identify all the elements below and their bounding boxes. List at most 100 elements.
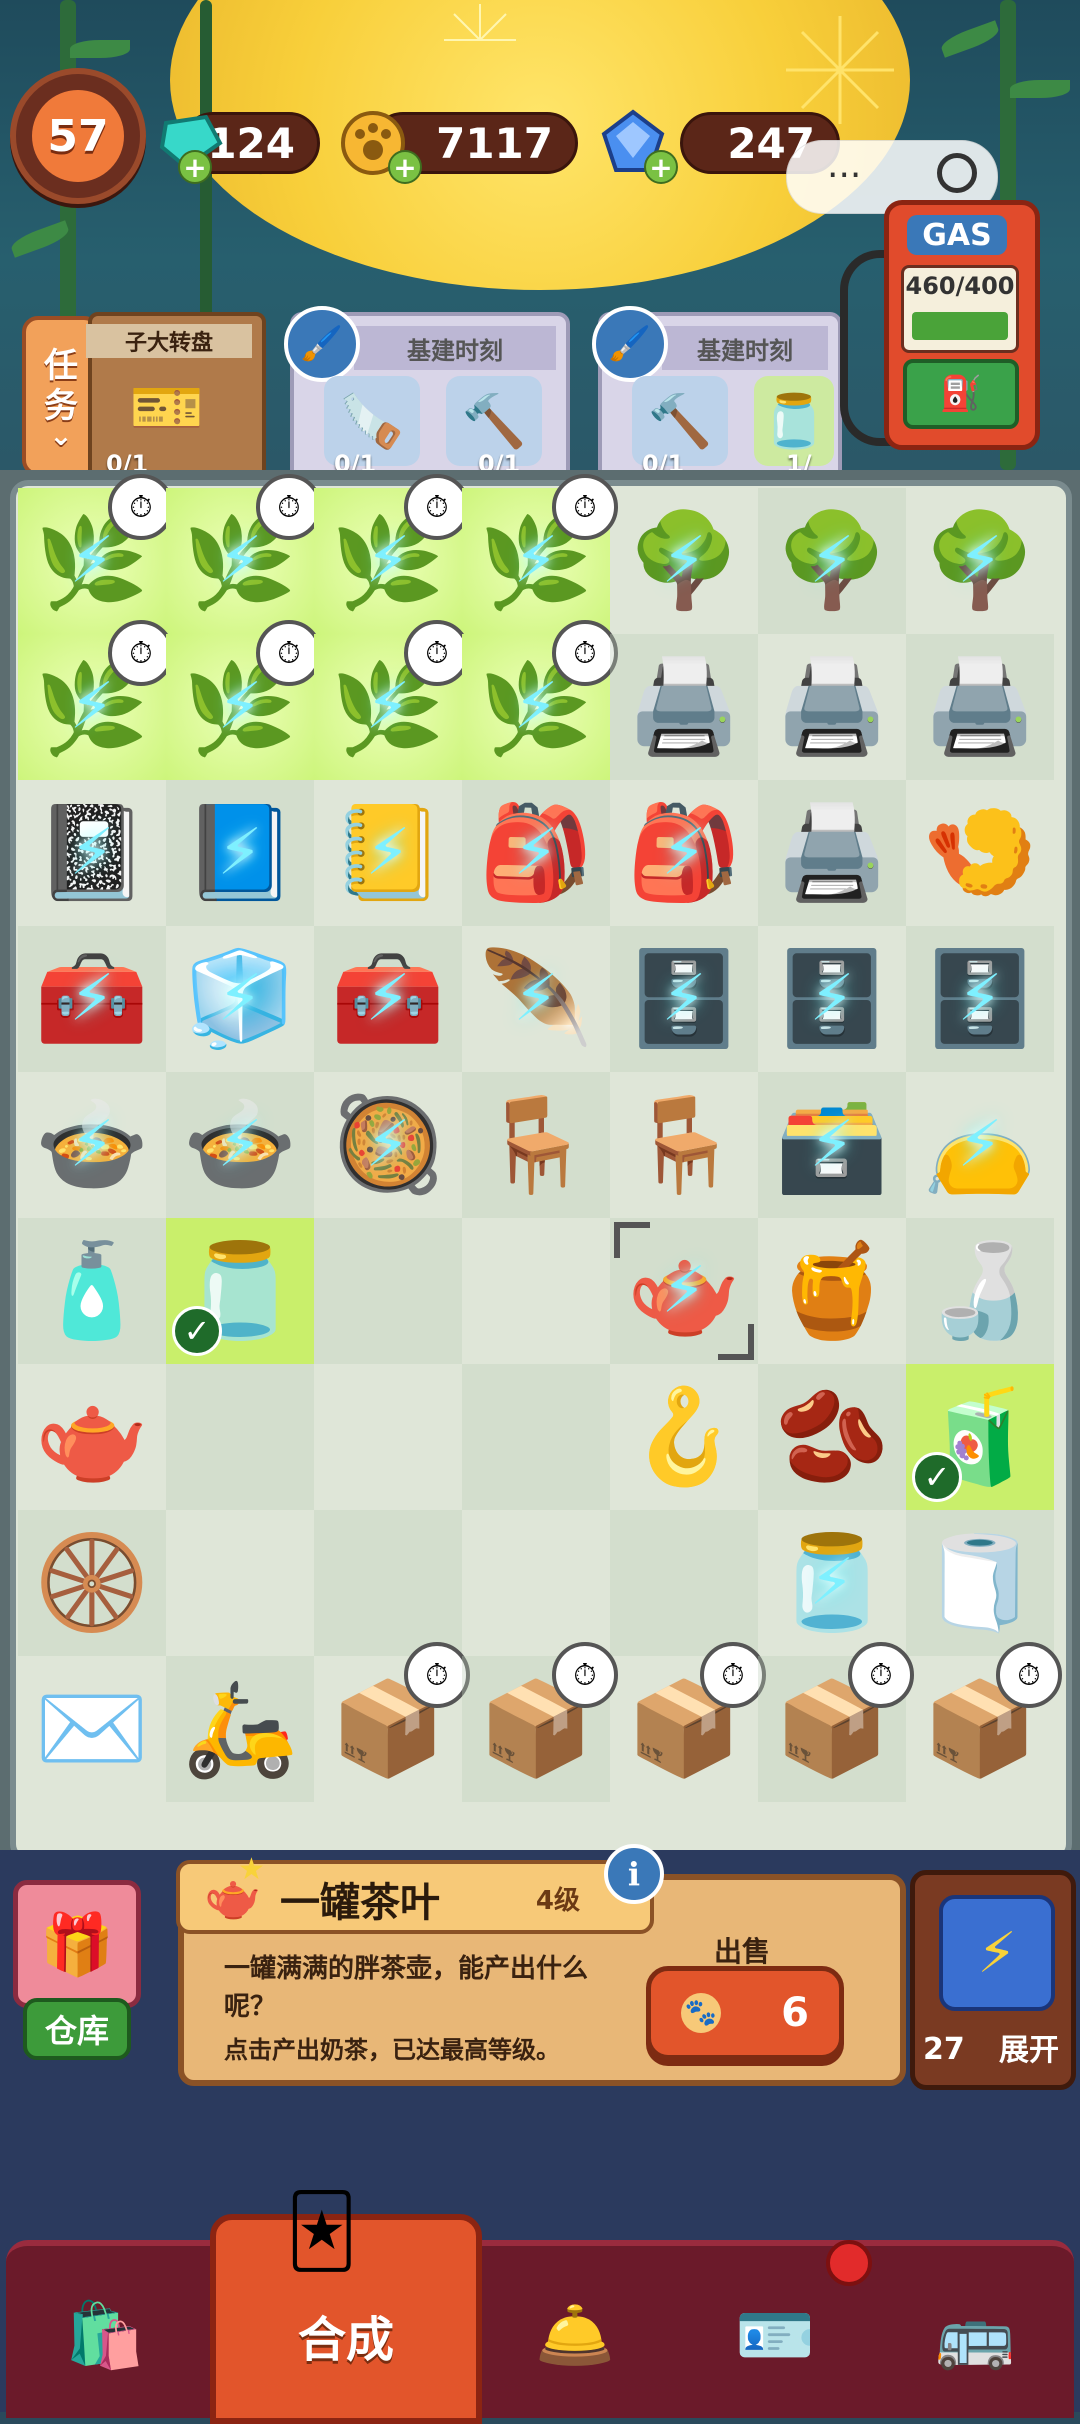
board-empty-cell[interactable] <box>610 1510 758 1656</box>
board-item[interactable]: 🌿 ⚡ ⏱ <box>462 474 618 634</box>
gas-label: GAS <box>907 215 1007 255</box>
item-info-panel: 🫖 ★ 一罐茶叶 4级 i 一罐满满的胖茶壶，能产出什么呢？ 点击产出奶茶，已达… <box>176 1844 906 2086</box>
board-empty-cell[interactable] <box>462 1510 610 1656</box>
board-empty-cell[interactable] <box>462 1364 610 1510</box>
board-item[interactable]: 🪑 <box>462 1072 610 1218</box>
board-item[interactable]: 🌿 ⚡ ⏱ <box>18 620 174 780</box>
board-item[interactable]: 📒 ⚡ <box>314 780 462 926</box>
board-item[interactable]: 📦 ⏱ <box>758 1642 914 1802</box>
board-item[interactable]: 📦 ⏱ <box>314 1642 470 1802</box>
board-item[interactable]: 🌿 ⚡ ⏱ <box>314 474 470 634</box>
task-label-top: 任 <box>44 346 78 386</box>
board-empty-cell[interactable] <box>314 1218 462 1364</box>
board-item[interactable]: 🪑 <box>610 1072 758 1218</box>
board-item[interactable]: 🥘 ⚡ <box>314 1072 462 1218</box>
board-item[interactable]: 🖨️ <box>758 780 906 926</box>
board-item[interactable]: 🗄️ ⚡ <box>758 926 906 1072</box>
board-item[interactable]: 🖨️ <box>906 634 1054 780</box>
board-item[interactable]: 🧊 ⚡ <box>166 926 314 1072</box>
gas-can-button[interactable]: ⛽ <box>903 359 1019 429</box>
quest-card-build-2[interactable]: 基建时刻 🖌️ 🔨 🫙 0/1 1/ <box>592 306 842 488</box>
board-item[interactable]: 🍶 <box>906 1218 1054 1364</box>
board-item[interactable]: 🎒 ⚡ <box>462 780 610 926</box>
board-item[interactable]: 🌿 ⚡ ⏱ <box>166 474 322 634</box>
board-item[interactable]: 🗄️ ⚡ <box>906 926 1054 1072</box>
board-item[interactable]: 🧰 ⚡ <box>18 926 166 1072</box>
stopwatch-icon: ⏱ <box>256 620 322 686</box>
bus-icon[interactable]: 🚌 <box>900 2280 1050 2390</box>
lightning-bolt-icon: ⚡ <box>365 816 411 890</box>
board-item[interactable]: 📦 ⏱ <box>462 1642 618 1802</box>
board-item[interactable]: 🌿 ⚡ ⏱ <box>18 474 174 634</box>
board-item[interactable]: 🗃️ ⚡ <box>758 1072 906 1218</box>
stopwatch-icon: ⏱ <box>404 1642 470 1708</box>
add-energy-icon[interactable]: + <box>178 150 212 184</box>
board-item[interactable]: 🪝 <box>610 1364 758 1510</box>
board-item[interactable]: 🖨️ <box>758 634 906 780</box>
board-item[interactable]: 🫙 ✓ <box>166 1218 314 1364</box>
board-empty-cell[interactable] <box>314 1364 462 1510</box>
board-item[interactable]: 🧻 <box>906 1510 1054 1656</box>
board-empty-cell[interactable] <box>462 1218 610 1364</box>
board-item[interactable]: 👝 ⚡ <box>906 1072 1054 1218</box>
stopwatch-icon: ⏱ <box>996 1642 1062 1708</box>
service-bell-icon[interactable]: 🛎️ <box>500 2280 650 2390</box>
lightning-bolt-icon: ⚡ <box>69 1108 115 1182</box>
board-item[interactable]: 📓 ⚡ <box>18 780 166 926</box>
nav-tab-merge[interactable]: 🃏 合成 <box>210 2190 482 2424</box>
add-diamond-icon[interactable]: + <box>644 150 678 184</box>
expand-button[interactable]: ⚡ 27 展开 <box>910 1870 1076 2090</box>
board-item[interactable]: 📦 ⏱ <box>610 1642 766 1802</box>
board-item[interactable]: 🫖 ⚡ <box>610 1218 758 1364</box>
lightning-bolt-icon: ⚡ <box>957 524 1003 598</box>
board-empty-cell[interactable] <box>166 1510 314 1656</box>
more-dots-icon[interactable]: ··· <box>827 155 861 196</box>
board-item[interactable]: 🌳 ⚡ <box>906 488 1054 634</box>
board-item[interactable]: 🍤 <box>906 780 1054 926</box>
sell-button[interactable]: 🐾 6 <box>646 1966 844 2060</box>
board-item[interactable]: 🍲 ⚡ <box>166 1072 314 1218</box>
board-item[interactable]: 🍲 ⚡ <box>18 1072 166 1218</box>
profile-card-icon[interactable]: 🪪 <box>700 2280 850 2390</box>
board-item[interactable]: 🌳 ⚡ <box>610 488 758 634</box>
board-item[interactable]: 🫘 <box>758 1364 906 1510</box>
board-item[interactable]: 📘 ⚡ <box>166 780 314 926</box>
board-item[interactable]: 🗄️ ⚡ <box>610 926 758 1072</box>
bamboo-leaf <box>1010 80 1070 98</box>
board-item[interactable]: 🎒 ⚡ <box>610 780 758 926</box>
board-empty-cell[interactable] <box>166 1364 314 1510</box>
player-level-badge[interactable]: 57 <box>10 68 146 204</box>
board-item[interactable]: 🌳 ⚡ <box>758 488 906 634</box>
board-item[interactable]: 📦 ⏱ <box>906 1642 1062 1802</box>
board-item[interactable]: 🫖 <box>18 1364 166 1510</box>
quest-card-wheel[interactable]: 子大转盘 🎫 0/1 <box>86 312 266 488</box>
board-item[interactable]: 🫙 ⚡ <box>758 1510 906 1656</box>
board-item[interactable]: 🌿 ⚡ ⏱ <box>166 620 322 780</box>
expand-label: 展开 <box>999 2033 1059 2068</box>
board-item[interactable]: 🍯 <box>758 1218 906 1364</box>
warehouse-button[interactable]: 🎁 仓库 <box>12 1880 142 2072</box>
board-item[interactable]: 🌿 ⚡ ⏱ <box>462 620 618 780</box>
board-item[interactable]: 🛞 <box>18 1510 166 1656</box>
board-item[interactable]: 🪶 ⚡ <box>462 926 610 1072</box>
board-item[interactable]: 🛵 <box>166 1656 314 1802</box>
board-item[interactable]: 🧴 <box>18 1218 166 1364</box>
gas-pump[interactable]: GAS 460/400 ⛽ <box>884 200 1040 450</box>
board-item[interactable]: 🖨️ <box>610 634 758 780</box>
lightning-bolt-icon: ⚡ <box>69 670 115 744</box>
add-paw-coin-icon[interactable]: + <box>388 150 422 184</box>
board-item[interactable]: 🌿 ⚡ ⏱ <box>314 620 470 780</box>
board-item[interactable]: 🧰 ⚡ <box>314 926 462 1072</box>
info-icon[interactable]: i <box>604 1844 664 1904</box>
shop-bag-icon[interactable]: 🛍️ <box>30 2280 180 2390</box>
close-circle-icon[interactable] <box>937 153 977 193</box>
quest-card-build-1[interactable]: 基建时刻 🖌️ 🪚 🔨 0/1 0/1 <box>284 306 570 488</box>
lightning-bolt-icon: ⚡ <box>957 962 1003 1036</box>
lightning-bolt-icon: ⚡ <box>365 962 411 1036</box>
board-empty-cell[interactable] <box>314 1510 462 1656</box>
board-item[interactable]: 🧃 ✓ <box>906 1364 1054 1510</box>
board-item[interactable]: ✉️ <box>18 1656 166 1802</box>
item-level: 4级 <box>535 1886 580 1916</box>
check-mark-icon: ✓ <box>172 1306 222 1356</box>
nav-active-label: 合成 <box>297 2312 394 2368</box>
